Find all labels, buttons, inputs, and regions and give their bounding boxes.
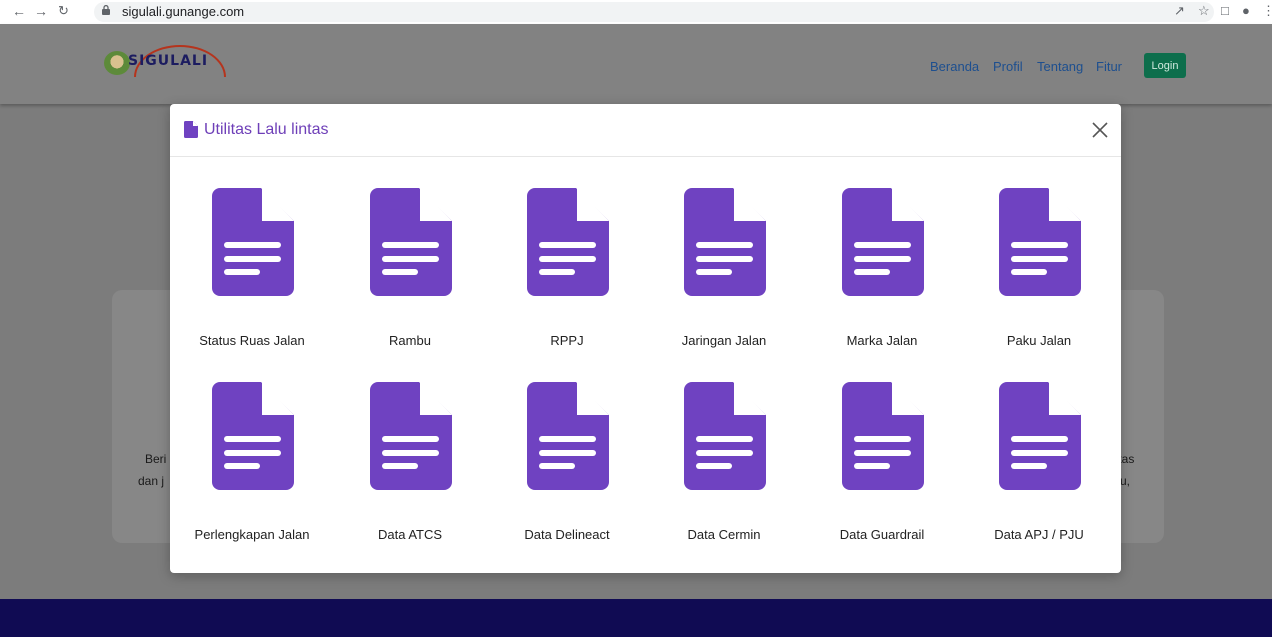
utility-item[interactable]: Paku Jalan (963, 157, 1115, 357)
document-icon (684, 188, 766, 296)
reload-icon[interactable]: ↻ (58, 3, 69, 19)
back-arrow-icon[interactable]: ← (12, 3, 26, 19)
share-icon[interactable]: ↗ (1174, 3, 1185, 19)
document-icon (212, 188, 294, 296)
utility-item-label: Rambu (389, 333, 431, 348)
utility-item-label: Data ATCS (377, 527, 443, 542)
background-text: Beri (145, 452, 167, 466)
browser-toolbar: ← → ↻ sigulali.gunange.com ↗ ☆ □ ● ⋮ (0, 0, 1272, 24)
nav-link-beranda[interactable]: Beranda (930, 59, 979, 74)
utility-item[interactable]: Data ATCS (334, 351, 486, 551)
document-icon (370, 382, 452, 490)
login-button[interactable]: Login (1144, 53, 1186, 78)
utility-item-label: RPPJ (550, 333, 584, 348)
document-icon (842, 382, 924, 490)
utility-grid: Status Ruas Jalan Rambu RPPJ Jaringan Jalan… (170, 157, 1121, 573)
background-text: dan j (138, 474, 165, 488)
forward-arrow-icon[interactable]: → (34, 3, 48, 19)
site-navbar: SIGULALI Beranda Profil Tentang Fitur Lo… (0, 24, 1272, 104)
utility-item[interactable]: Perlengkapan Jalan (176, 351, 328, 551)
utility-item-label: Paku Jalan (1006, 333, 1072, 348)
utility-item-label: Data APJ / PJU (994, 527, 1084, 542)
utility-item-label: Data Delineact (524, 527, 610, 542)
nav-link-fitur[interactable]: Fitur (1096, 59, 1122, 74)
logo-emblem-icon (104, 51, 130, 75)
nav-link-profil[interactable]: Profil (993, 59, 1023, 74)
profile-icon[interactable]: ● (1242, 3, 1250, 18)
utility-item[interactable]: Data Cermin (648, 351, 800, 551)
logo-text: SIGULALI (128, 53, 209, 69)
utility-item-label: Status Ruas Jalan (199, 333, 305, 348)
utility-item[interactable]: Jaringan Jalan (648, 157, 800, 357)
utility-item-label: Data Guardrail (839, 527, 925, 542)
utility-item-label: Perlengkapan Jalan (194, 527, 310, 542)
utility-item-label: Marka Jalan (846, 333, 918, 348)
kebab-menu-icon[interactable]: ⋮ (1262, 3, 1272, 19)
utility-item[interactable]: RPPJ (491, 157, 643, 357)
document-icon (684, 382, 766, 490)
document-icon (842, 188, 924, 296)
utility-item-label: Data Cermin (687, 527, 761, 542)
utility-item[interactable]: Data Delineact (491, 351, 643, 551)
url-text[interactable]: sigulali.gunange.com (122, 4, 244, 19)
document-icon (999, 188, 1081, 296)
document-icon (999, 382, 1081, 490)
document-icon (527, 188, 609, 296)
close-icon (1092, 122, 1108, 138)
document-icon (184, 121, 198, 138)
utility-item[interactable]: Status Ruas Jalan (176, 157, 328, 357)
modal-title: Utilitas Lalu lintas (204, 121, 329, 138)
close-button[interactable] (1088, 118, 1112, 142)
utility-item[interactable]: Marka Jalan (806, 157, 958, 357)
star-icon[interactable]: ☆ (1198, 3, 1210, 19)
site-logo[interactable]: SIGULALI (104, 45, 226, 77)
document-icon (370, 188, 452, 296)
utility-item[interactable]: Data APJ / PJU (963, 351, 1115, 551)
utility-item[interactable]: Rambu (334, 157, 486, 357)
utilitas-modal: Utilitas Lalu lintas Status Ruas Jalan Ra… (170, 104, 1121, 573)
utility-item[interactable]: Data Guardrail (806, 351, 958, 551)
address-bar[interactable] (94, 2, 1214, 22)
lock-icon (102, 5, 110, 15)
sidebar-icon[interactable]: □ (1221, 3, 1229, 18)
nav-link-tentang[interactable]: Tentang (1037, 59, 1083, 74)
document-icon (212, 382, 294, 490)
document-icon (527, 382, 609, 490)
utility-item-label: Jaringan Jalan (681, 333, 767, 348)
background-text: u, (1120, 474, 1131, 488)
modal-header: Utilitas Lalu lintas (170, 104, 1121, 157)
site-footer (0, 599, 1272, 637)
